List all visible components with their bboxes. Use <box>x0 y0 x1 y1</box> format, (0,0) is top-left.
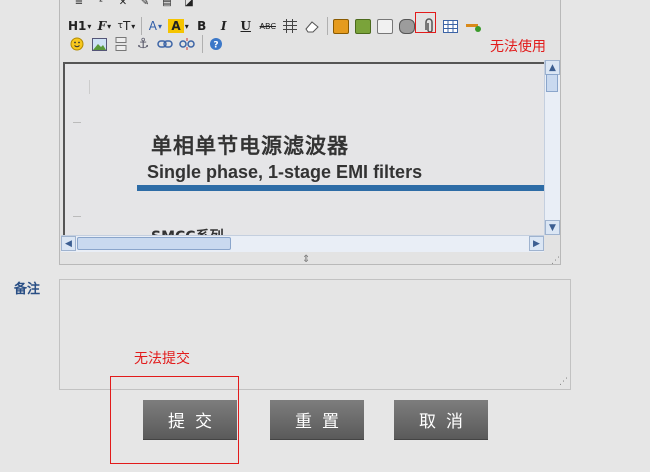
scroll-down-button[interactable]: ▼ <box>545 220 560 235</box>
picture-icon <box>91 37 107 51</box>
chain-link-icon <box>157 40 173 48</box>
hr-icon <box>465 23 481 32</box>
media-glyph <box>398 18 415 34</box>
resize-grip-icon[interactable]: ⋰ <box>559 377 568 387</box>
editor-resize-handle[interactable]: ⇕ <box>302 254 310 265</box>
media-icon[interactable] <box>398 17 416 35</box>
attachment-highlight-frame <box>415 12 436 33</box>
cannot-submit-annotation: 无法提交 <box>134 351 190 367</box>
font-family-dropdown[interactable]: F ▾ <box>95 17 113 35</box>
emoticon-icon[interactable] <box>68 35 86 53</box>
flash-glyph <box>376 18 393 34</box>
cannot-use-annotation: 无法使用 <box>490 39 546 55</box>
vertical-scroll-thumb[interactable] <box>546 74 558 92</box>
smiley-icon <box>70 37 84 51</box>
paste-icon[interactable]: ▤ <box>158 0 176 11</box>
eraser-icon[interactable] <box>303 17 321 35</box>
image-glyph <box>332 18 349 34</box>
font-size-label: T <box>122 19 131 33</box>
insert-image-glyph <box>354 18 371 34</box>
horizontal-scroll-thumb[interactable] <box>77 237 231 250</box>
anchor-icon[interactable]: ⚓ <box>134 35 152 53</box>
insert-image-icon[interactable] <box>354 17 372 35</box>
scroll-corner <box>544 235 559 251</box>
font-family-label: F <box>97 19 107 33</box>
strikethrough-button[interactable]: ABC <box>259 17 277 35</box>
chevron-down-icon: ▾ <box>131 21 136 31</box>
svg-text:?: ? <box>213 41 218 51</box>
help-icon[interactable]: ? <box>207 35 225 53</box>
highlight-dropdown[interactable]: A ▾ <box>168 17 189 35</box>
clear-format-icon[interactable] <box>281 17 299 35</box>
superscript-icon[interactable]: ² <box>92 0 110 11</box>
font-color-dropdown[interactable]: A ▾ <box>146 17 164 35</box>
close-icon[interactable]: ✕ <box>114 0 132 11</box>
font-color-label: A <box>148 19 158 33</box>
remarks-label: 备注 <box>14 282 41 297</box>
bold-button[interactable]: B <box>193 17 211 35</box>
toolbar-divider <box>326 17 328 35</box>
resize-grip-icon[interactable]: ⋰ <box>551 256 560 266</box>
table-icon[interactable] <box>442 17 460 35</box>
document-rule <box>137 185 546 191</box>
page-break-glyph <box>115 37 127 51</box>
toolbar-row-partial: ≡ ² ✕ ✎ ▤ ◪ <box>70 0 202 12</box>
list-icon[interactable]: ≡ <box>70 0 88 11</box>
unlink-icon[interactable] <box>178 35 196 53</box>
eraser-svg <box>305 21 319 33</box>
chevron-down-icon: ▾ <box>158 21 163 31</box>
ruler-mark <box>89 80 90 94</box>
scroll-up-button[interactable]: ▲ <box>545 60 560 75</box>
cancel-button[interactable]: 取消 <box>394 400 488 439</box>
document-title-cn: 单相单节电源滤波器 <box>151 134 349 158</box>
underline-button[interactable]: U <box>237 17 255 35</box>
horizontal-scrollbar[interactable]: ◀ ▶ <box>61 235 544 252</box>
chevron-down-icon: ▾ <box>87 21 92 31</box>
toolbar-divider <box>141 17 143 35</box>
horizontal-line-icon[interactable] <box>464 17 482 35</box>
scroll-right-button[interactable]: ▶ <box>529 236 544 251</box>
heading-dropdown[interactable]: H1 ▾ <box>68 17 91 35</box>
image-icon[interactable] <box>332 17 350 35</box>
highlight-label: A <box>168 19 184 33</box>
toolbar-divider <box>202 35 203 53</box>
question-circle-icon: ? <box>210 38 222 51</box>
image-icon[interactable] <box>90 35 108 53</box>
format-icon[interactable]: ✎ <box>136 0 154 11</box>
scroll-left-button[interactable]: ◀ <box>61 236 76 251</box>
link-icon[interactable] <box>156 35 174 53</box>
page-break-icon[interactable] <box>112 35 130 53</box>
ruler-mark <box>73 122 81 123</box>
vertical-scrollbar[interactable]: ▲ ▼ <box>544 60 560 235</box>
submit-button[interactable]: 提交 <box>143 400 237 439</box>
editor-content-area[interactable]: 单相单节电源滤波器 Single phase, 1-stage EMI filt… <box>63 62 546 236</box>
ruler-mark <box>73 216 81 217</box>
flash-icon[interactable] <box>376 17 394 35</box>
document-title-en: Single phase, 1-stage EMI filters <box>147 162 423 182</box>
font-size-dropdown[interactable]: τ T ▾ <box>117 17 136 35</box>
dotted-grid-icon <box>282 19 297 33</box>
eraser-icon[interactable]: ◪ <box>180 0 198 11</box>
remarks-textarea[interactable] <box>59 279 571 390</box>
chevron-down-icon: ▾ <box>107 21 112 31</box>
heading-label: H1 <box>68 19 87 33</box>
toolbar-row-2: ⚓ ? <box>68 34 229 54</box>
reset-button[interactable]: 重置 <box>270 400 364 439</box>
italic-button[interactable]: I <box>215 17 233 35</box>
table-grid-icon <box>443 19 459 33</box>
broken-link-icon <box>179 38 195 50</box>
chevron-down-icon: ▾ <box>184 21 189 31</box>
